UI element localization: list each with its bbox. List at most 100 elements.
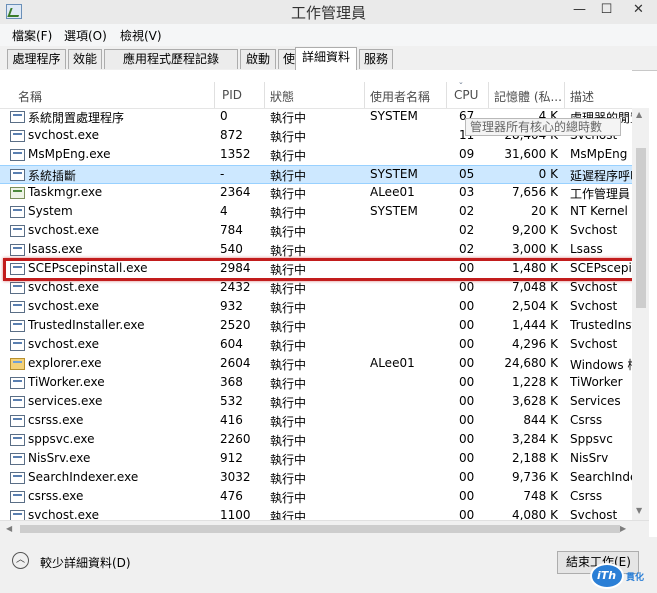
process-name: Taskmgr.exe bbox=[28, 185, 103, 199]
maximize-button[interactable]: ☐ bbox=[593, 0, 620, 22]
tab-performance[interactable]: 效能 bbox=[68, 49, 102, 69]
chevron-up-circle-icon[interactable]: ︿ bbox=[12, 552, 29, 569]
fewer-details-link[interactable]: 較少詳細資料(D) bbox=[40, 554, 131, 571]
process-pid: - bbox=[220, 167, 225, 181]
window-title: 工作管理員 bbox=[290, 4, 366, 22]
process-pid: 2520 bbox=[220, 318, 251, 332]
table-row[interactable]: System 4 執行中 SYSTEM 02 20 K NT Kernel & bbox=[0, 203, 632, 222]
column-description[interactable]: 描述 bbox=[570, 88, 594, 105]
process-pid: 0 bbox=[220, 109, 228, 123]
process-user: SYSTEM bbox=[370, 167, 418, 181]
menu-options[interactable]: 選項(O) bbox=[64, 27, 107, 44]
table-row[interactable]: services.exe 532 執行中 00 3,628 K Services bbox=[0, 393, 632, 412]
process-user: SYSTEM bbox=[370, 204, 418, 218]
column-divider[interactable] bbox=[214, 82, 215, 108]
menu-file[interactable]: 檔案(F) bbox=[12, 27, 52, 44]
process-name: explorer.exe bbox=[28, 356, 102, 370]
column-divider[interactable] bbox=[446, 82, 447, 108]
scroll-left-arrow-icon[interactable]: ◀ bbox=[6, 524, 12, 533]
column-divider[interactable] bbox=[364, 82, 365, 108]
process-pid: 1352 bbox=[220, 147, 251, 161]
process-name: sppsvc.exe bbox=[28, 432, 95, 446]
process-icon bbox=[10, 415, 25, 427]
process-pid: 3032 bbox=[220, 470, 251, 484]
process-status: 執行中 bbox=[270, 510, 307, 520]
table-row[interactable]: Taskmgr.exe 2364 執行中 ALee01 03 7,656 K 工… bbox=[0, 184, 632, 203]
vertical-scrollbar[interactable]: ▲ ▼ bbox=[632, 108, 649, 520]
table-row[interactable]: svchost.exe 784 執行中 02 9,200 K Svchost bbox=[0, 222, 632, 241]
process-description: Lsass bbox=[570, 242, 603, 256]
process-name: svchost.exe bbox=[28, 299, 99, 313]
process-name: 系統插斷 bbox=[28, 169, 77, 183]
column-divider[interactable] bbox=[564, 82, 565, 108]
vertical-scroll-thumb[interactable] bbox=[636, 148, 646, 308]
process-description: Services bbox=[570, 394, 621, 408]
column-pid[interactable]: PID bbox=[222, 88, 242, 102]
menu-view[interactable]: 檢視(V) bbox=[120, 27, 162, 44]
table-row[interactable]: NisSrv.exe 912 執行中 00 2,188 K NisSrv bbox=[0, 450, 632, 469]
table-row[interactable]: csrss.exe 416 執行中 00 844 K Csrss bbox=[0, 412, 632, 431]
tab-startup[interactable]: 啟動 bbox=[240, 49, 276, 69]
scroll-up-arrow-icon[interactable]: ▲ bbox=[636, 110, 642, 119]
process-status: 執行中 bbox=[270, 244, 307, 258]
process-status: 執行中 bbox=[270, 377, 307, 391]
tab-services[interactable]: 服務 bbox=[359, 49, 393, 69]
process-name: MsMpEng.exe bbox=[28, 147, 111, 161]
process-pid: 416 bbox=[220, 413, 243, 427]
column-divider[interactable] bbox=[264, 82, 265, 108]
process-icon bbox=[10, 169, 25, 181]
minimize-button[interactable]: — bbox=[566, 0, 593, 22]
explorer-icon bbox=[10, 358, 25, 370]
scroll-right-arrow-icon[interactable]: ▶ bbox=[620, 524, 626, 533]
process-pid: 784 bbox=[220, 223, 243, 237]
horizontal-scrollbar[interactable]: ◀ ▶ bbox=[0, 520, 649, 537]
table-row[interactable]: MsMpEng.exe 1352 執行中 09 31,600 K MsMpEng bbox=[0, 146, 632, 165]
logo-mark-text: iTh bbox=[597, 569, 617, 582]
close-button[interactable]: ✕ bbox=[620, 0, 657, 22]
tab-processes[interactable]: 處理程序 bbox=[7, 49, 66, 69]
process-status: 執行中 bbox=[270, 491, 307, 505]
column-cpu[interactable]: CPU bbox=[454, 88, 478, 102]
process-memory: 2,188 K bbox=[511, 451, 558, 465]
table-row-selected[interactable]: 系統插斷 - 執行中 SYSTEM 05 0 K 延遲程序呼叫 bbox=[0, 165, 632, 184]
process-name: svchost.exe bbox=[28, 280, 99, 294]
table-row[interactable]: TrustedInstaller.exe 2520 執行中 00 1,444 K… bbox=[0, 317, 632, 336]
horizontal-scroll-thumb[interactable] bbox=[20, 525, 620, 533]
process-pid: 932 bbox=[220, 299, 243, 313]
process-pid: 540 bbox=[220, 242, 243, 256]
table-row[interactable]: explorer.exe 2604 執行中 ALee01 00 24,680 K… bbox=[0, 355, 632, 374]
table-row[interactable]: csrss.exe 476 執行中 00 748 K Csrss bbox=[0, 488, 632, 507]
process-description: MsMpEng bbox=[570, 147, 628, 161]
process-description: Windows 檔 bbox=[570, 358, 632, 372]
table-row[interactable]: TiWorker.exe 368 執行中 00 1,228 K TiWorker bbox=[0, 374, 632, 393]
tab-details[interactable]: 詳細資料 bbox=[295, 47, 357, 71]
table-row[interactable]: svchost.exe 932 執行中 00 2,504 K Svchost bbox=[0, 298, 632, 317]
column-status[interactable]: 狀態 bbox=[270, 88, 294, 105]
tab-app-history[interactable]: 應用程式歷程記錄 bbox=[104, 49, 238, 69]
process-memory: 2,504 K bbox=[511, 299, 558, 313]
process-name: svchost.exe bbox=[28, 128, 99, 142]
process-memory: 4,080 K bbox=[511, 508, 558, 520]
ithome-watermark-logo: iTh 貫化 bbox=[590, 563, 652, 589]
process-table: 系統閒置處理程序 0 執行中 SYSTEM 67 4 K 處理器的閒置 svch… bbox=[0, 108, 632, 520]
table-row[interactable]: svchost.exe 604 執行中 00 4,296 K Svchost bbox=[0, 336, 632, 355]
process-status: 執行中 bbox=[270, 206, 307, 220]
column-user[interactable]: 使用者名稱 bbox=[370, 88, 430, 105]
process-description: 工作管理員 bbox=[570, 187, 631, 201]
table-row[interactable]: sppsvc.exe 2260 執行中 00 3,284 K Sppsvc bbox=[0, 431, 632, 450]
scroll-down-arrow-icon[interactable]: ▼ bbox=[636, 506, 642, 515]
process-memory: 7,656 K bbox=[511, 185, 558, 199]
column-name[interactable]: 名稱 bbox=[18, 88, 42, 105]
process-icon bbox=[10, 130, 25, 142]
process-status: 執行中 bbox=[270, 339, 307, 353]
logo-badge: iTh bbox=[590, 563, 624, 589]
process-pid: 2364 bbox=[220, 185, 251, 199]
process-status: 執行中 bbox=[270, 320, 307, 334]
column-memory[interactable]: 記憶體 (私... bbox=[494, 88, 562, 105]
column-divider[interactable] bbox=[488, 82, 489, 108]
process-name: csrss.exe bbox=[28, 413, 84, 427]
table-row[interactable]: svchost.exe 2432 執行中 00 7,048 K Svchost bbox=[0, 279, 632, 298]
table-row[interactable]: svchost.exe 1100 執行中 00 4,080 K Svchost bbox=[0, 507, 632, 520]
table-row[interactable]: SearchIndexer.exe 3032 執行中 00 9,736 K Se… bbox=[0, 469, 632, 488]
process-status: 執行中 bbox=[270, 472, 307, 486]
